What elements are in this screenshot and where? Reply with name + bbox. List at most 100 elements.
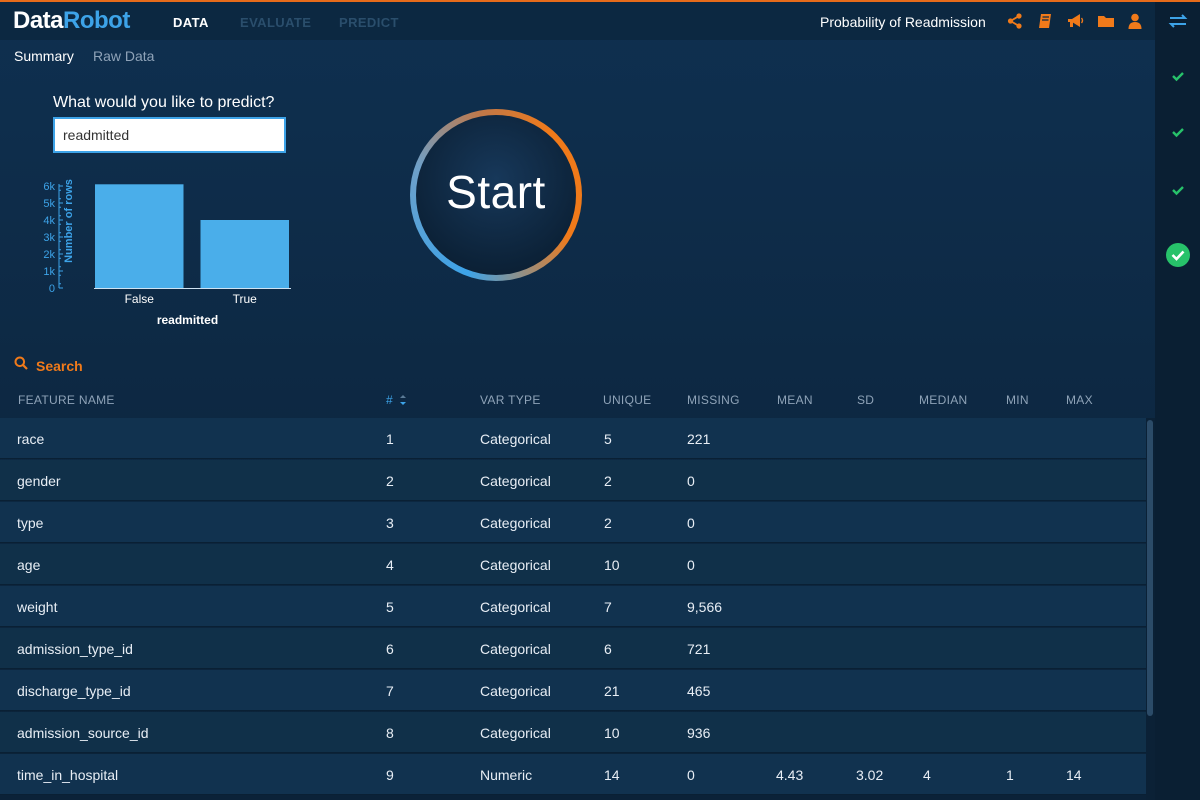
- var-type-cell: Categorical: [480, 431, 551, 447]
- project-title[interactable]: Probability of Readmission: [820, 14, 986, 30]
- column-header-number[interactable]: #: [386, 393, 393, 407]
- var-type-cell: Categorical: [480, 599, 551, 615]
- feature-table-header: FEATURE NAME # VAR TYPE UNIQUE MISSING M…: [0, 390, 1150, 410]
- column-header-max[interactable]: MAX: [1066, 393, 1093, 407]
- missing-cell: 465: [687, 683, 711, 699]
- table-row[interactable]: age 4 Categorical 10 0: [0, 544, 1146, 585]
- unique-cell: 2: [604, 515, 612, 531]
- column-header-feature-name[interactable]: FEATURE NAME: [18, 393, 115, 407]
- unique-cell: 7: [604, 599, 612, 615]
- mean-cell: 4.43: [776, 767, 804, 783]
- unique-cell: 2: [604, 473, 612, 489]
- var-type-cell: Categorical: [480, 683, 551, 699]
- feature-name-cell: gender: [17, 473, 61, 489]
- var-type-cell: Numeric: [480, 767, 533, 783]
- table-row[interactable]: race 1 Categorical 5 221: [0, 418, 1146, 459]
- unique-cell: 10: [604, 725, 620, 741]
- feature-index-cell: 1: [386, 431, 394, 447]
- tab-evaluate[interactable]: EVALUATE: [240, 15, 311, 30]
- max-cell: 14: [1066, 767, 1082, 783]
- missing-cell: 221: [687, 431, 711, 447]
- feature-index-cell: 7: [386, 683, 394, 699]
- missing-cell: 0: [687, 557, 695, 573]
- feature-name-cell: age: [17, 557, 41, 573]
- missing-cell: 0: [687, 515, 695, 531]
- start-button[interactable]: Start: [410, 109, 582, 281]
- check-icon[interactable]: [1167, 179, 1189, 201]
- book-icon[interactable]: [1036, 12, 1054, 30]
- unique-cell: 10: [604, 557, 620, 573]
- table-row[interactable]: time_in_hospital 9 Numeric 14 0 4.43 3.0…: [0, 754, 1146, 795]
- swap-icon[interactable]: [1167, 10, 1189, 32]
- feature-name-cell: discharge_type_id: [17, 683, 131, 699]
- missing-cell: 721: [687, 641, 711, 657]
- target-input[interactable]: [53, 117, 286, 153]
- search-toggle[interactable]: Search: [14, 356, 83, 375]
- y-tick-label: 5k: [43, 198, 55, 210]
- y-tick-label: 6k: [43, 181, 55, 193]
- user-icon[interactable]: [1126, 12, 1144, 30]
- predict-question: What would you like to predict?: [53, 94, 275, 111]
- y-tick-label: 3k: [43, 232, 55, 244]
- tab-data[interactable]: DATA: [173, 15, 209, 30]
- feature-index-cell: 3: [386, 515, 394, 531]
- table-row[interactable]: gender 2 Categorical 2 0: [0, 460, 1146, 501]
- missing-cell: 0: [687, 473, 695, 489]
- logo-text-data: Data: [13, 7, 64, 34]
- var-type-cell: Categorical: [480, 515, 551, 531]
- column-header-median[interactable]: MEDIAN: [919, 393, 967, 407]
- right-rail: [1155, 2, 1200, 800]
- table-scrollbar[interactable]: [1146, 418, 1155, 800]
- column-header-unique[interactable]: UNIQUE: [603, 393, 651, 407]
- folder-icon[interactable]: [1097, 12, 1115, 30]
- feature-index-cell: 6: [386, 641, 394, 657]
- table-scrollbar-thumb[interactable]: [1147, 420, 1153, 716]
- missing-cell: 0: [687, 767, 695, 783]
- check-circle-icon[interactable]: [1165, 242, 1191, 268]
- start-button-face: Start: [416, 115, 576, 275]
- datarobot-logo[interactable]: DataRobot: [13, 7, 130, 35]
- start-button-label: Start: [446, 166, 546, 218]
- feature-index-cell: 2: [386, 473, 394, 489]
- sd-cell: 3.02: [856, 767, 884, 783]
- column-header-min[interactable]: MIN: [1006, 393, 1029, 407]
- subtab-raw-data[interactable]: Raw Data: [93, 48, 154, 64]
- y-tick-label: 4k: [43, 215, 55, 227]
- unique-cell: 21: [604, 683, 620, 699]
- var-type-cell: Categorical: [480, 725, 551, 741]
- share-icon[interactable]: [1006, 12, 1024, 30]
- bar-true: [200, 220, 289, 288]
- missing-cell: 936: [687, 725, 711, 741]
- table-row[interactable]: type 3 Categorical 2 0: [0, 502, 1146, 543]
- missing-cell: 9,566: [687, 599, 723, 615]
- feature-name-cell: admission_source_id: [17, 725, 149, 741]
- feature-name-cell: weight: [17, 599, 58, 615]
- check-icon[interactable]: [1167, 121, 1189, 143]
- sort-icon[interactable]: [398, 392, 408, 413]
- table-row[interactable]: discharge_type_id 7 Categorical 21 465: [0, 670, 1146, 711]
- var-type-cell: Categorical: [480, 557, 551, 573]
- y-tick-label: 1k: [43, 266, 55, 278]
- feature-index-cell: 9: [386, 767, 394, 783]
- column-header-missing[interactable]: MISSING: [687, 393, 740, 407]
- check-icon[interactable]: [1167, 65, 1189, 87]
- table-row[interactable]: weight 5 Categorical 7 9,566: [0, 586, 1146, 627]
- table-row[interactable]: admission_type_id 6 Categorical 6 721: [0, 628, 1146, 669]
- megaphone-icon[interactable]: [1066, 12, 1084, 30]
- subtab-summary[interactable]: Summary: [14, 48, 74, 64]
- feature-index-cell: 8: [386, 725, 394, 741]
- feature-name-cell: type: [17, 515, 44, 531]
- var-type-cell: Categorical: [480, 473, 551, 489]
- column-header-mean[interactable]: MEAN: [777, 393, 813, 407]
- y-tick-label: 0: [49, 283, 55, 295]
- table-row[interactable]: admission_source_id 8 Categorical 10 936: [0, 712, 1146, 753]
- x-tick-label: False: [125, 292, 155, 306]
- column-header-sd[interactable]: SD: [857, 393, 874, 407]
- feature-name-cell: admission_type_id: [17, 641, 133, 657]
- y-tick-label: 2k: [43, 249, 55, 261]
- column-header-var-type[interactable]: VAR TYPE: [480, 393, 541, 407]
- var-type-cell: Categorical: [480, 641, 551, 657]
- median-cell: 4: [923, 767, 931, 783]
- unique-cell: 14: [604, 767, 620, 783]
- tab-predict[interactable]: PREDICT: [339, 15, 399, 30]
